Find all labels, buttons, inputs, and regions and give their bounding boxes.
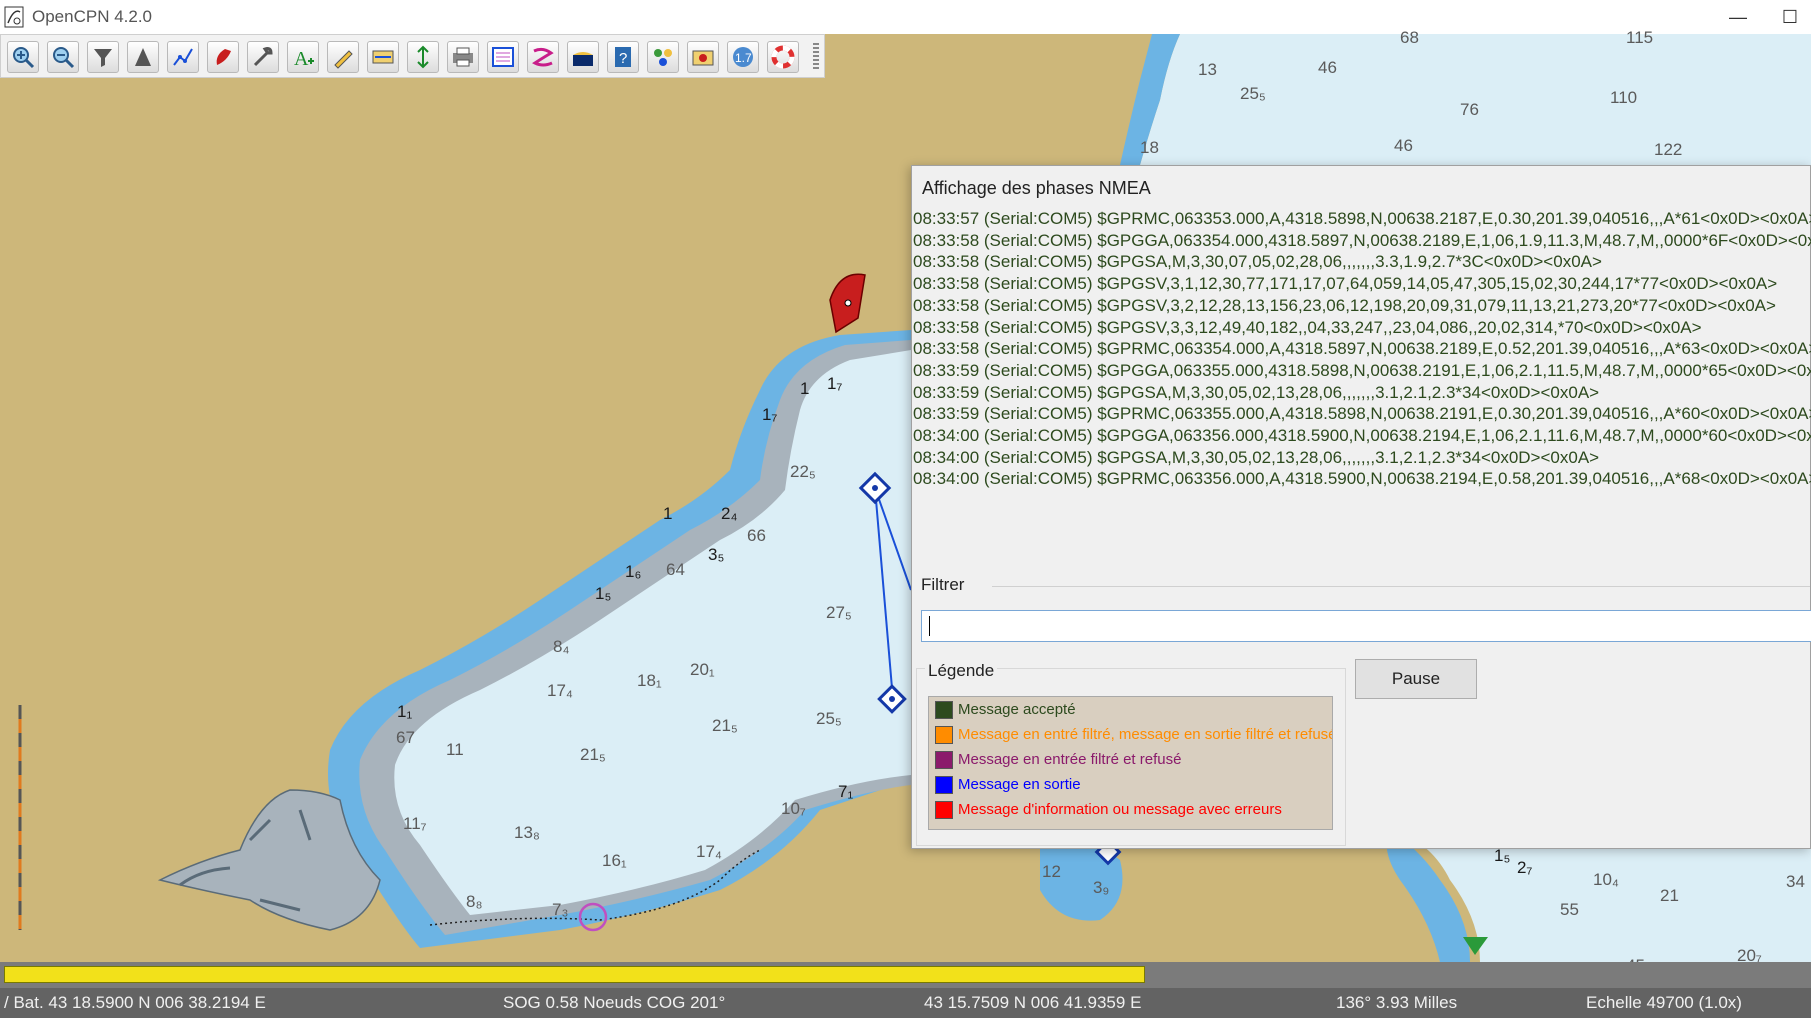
legend-item: Message en entrée filtré et refusé <box>935 751 1181 773</box>
legend-label: Légende <box>925 661 998 681</box>
depth-icon[interactable] <box>407 41 439 73</box>
progress-fill <box>4 966 1145 983</box>
toolbar-grip-icon[interactable] <box>813 43 819 71</box>
bearing-distance: 136° 3.93 Milles <box>1336 993 1458 1012</box>
mob-icon[interactable] <box>767 41 799 73</box>
legend-swatch <box>935 801 953 820</box>
chart-scale: Echelle 49700 (1.0x) <box>1586 993 1742 1012</box>
zoom-in-icon[interactable] <box>7 41 39 73</box>
filter-input[interactable] <box>921 610 1811 642</box>
sog-cog: SOG 0.58 Noeuds COG 201° <box>503 993 726 1012</box>
nmea-log-line: 08:34:00 (Serial:COM5) $GPGSA,M,3,30,05,… <box>913 447 1600 467</box>
filter-label: Filtrer <box>921 575 965 594</box>
pause-button[interactable]: Pause <box>1355 659 1477 699</box>
tide-icon[interactable] <box>527 41 559 73</box>
nmea-log-line: 08:33:58 (Serial:COM5) $GPGSV,3,2,12,28,… <box>913 295 1776 315</box>
maximize-button[interactable]: ☐ <box>1776 4 1804 30</box>
legend-item: Message d'information ou message avec er… <box>935 801 1282 823</box>
opencpn-logo-icon <box>4 6 24 28</box>
nmea-log-line: 08:33:59 (Serial:COM5) $GPRMC,063355.000… <box>913 404 1811 424</box>
nmea-log-line: 08:33:59 (Serial:COM5) $GPGSA,M,3,30,05,… <box>913 382 1600 402</box>
svg-text:?: ? <box>619 50 627 67</box>
legend-swatch <box>935 776 953 795</box>
dialog-title: Affichage des phases NMEA <box>922 178 1151 198</box>
legend-label-text: Message en sortie <box>958 776 1081 793</box>
svg-text:A: A <box>294 48 309 69</box>
zoom-out-icon[interactable] <box>47 41 79 73</box>
nmea-log-line: 08:33:58 (Serial:COM5) $GPGGA,063354.000… <box>913 230 1811 250</box>
current-icon[interactable] <box>567 41 599 73</box>
filter-divider <box>992 586 1810 587</box>
cursor-position: 43 15.7509 N 006 41.9359 E <box>924 993 1142 1012</box>
minimize-button[interactable]: — <box>1724 4 1752 30</box>
legend-label-text: Message d'information ou message avec er… <box>958 801 1282 818</box>
route-icon[interactable] <box>167 41 199 73</box>
quilt-icon[interactable] <box>87 41 119 73</box>
title-bar: OpenCPN 4.2.0 — ☐ <box>0 0 1811 35</box>
svg-text:1.7: 1.7 <box>735 51 752 65</box>
nmea-log-line: 08:33:57 (Serial:COM5) $GPRMC,063353.000… <box>913 209 1811 228</box>
legend-item: Message accepté <box>935 701 1076 723</box>
legend-item: Message en entré filtré, message en sort… <box>935 726 1333 748</box>
legend-panel: Message accepté Message en entré filtré, … <box>928 696 1333 830</box>
nmea-log-line: 08:34:00 (Serial:COM5) $GPGGA,063356.000… <box>913 426 1811 445</box>
legend-label-text: Message accepté <box>958 701 1076 718</box>
nmea-log-line: 08:33:58 (Serial:COM5) $GPGSV,3,1,12,30,… <box>913 274 1778 294</box>
legend-swatch <box>935 751 953 770</box>
toggle-icon[interactable] <box>367 41 399 73</box>
text-icon[interactable]: A <box>287 41 319 73</box>
mark-icon[interactable] <box>327 41 359 73</box>
legend-label-text: Message en entrée filtré et refusé <box>958 751 1182 768</box>
nmea-log-line: 08:34:00 (Serial:COM5) $GPRMC,063356.000… <box>913 469 1811 489</box>
text-caret <box>929 616 930 636</box>
nmea-debug-window: Affichage des phases NMEA 08:33:57 (Seri… <box>911 165 1811 849</box>
nmea-log-line: 08:33:58 (Serial:COM5) $GPGSA,M,3,30,07,… <box>913 252 1602 272</box>
legend-item: Message en sortie <box>935 776 1081 798</box>
main-toolbar: A ? 1.7 <box>0 34 825 78</box>
legend-label-text: Message en entré filtré, message en sort… <box>958 726 1333 743</box>
legend-swatch <box>935 726 953 745</box>
help-icon[interactable]: ? <box>607 41 639 73</box>
settings-icon[interactable] <box>247 41 279 73</box>
chart-load-progress <box>0 962 1811 988</box>
print-icon[interactable] <box>447 41 479 73</box>
log-icon[interactable] <box>487 41 519 73</box>
nmea-log-line: 08:33:58 (Serial:COM5) $GPGSV,3,3,12,49,… <box>913 317 1702 337</box>
nmea-log-line: 08:33:58 (Serial:COM5) $GPRMC,063354.000… <box>913 339 1811 359</box>
nmea-log-line: 08:33:59 (Serial:COM5) $GPGGA,063355.000… <box>913 360 1811 380</box>
ais-icon[interactable] <box>127 41 159 73</box>
layers-icon[interactable] <box>647 41 679 73</box>
rotate-icon[interactable]: 1.7 <box>727 41 759 73</box>
ship-position: / Bat. 43 18.5900 N 006 38.2194 E <box>4 993 266 1012</box>
status-bar: / Bat. 43 18.5900 N 006 38.2194 E SOG 0.… <box>0 988 1811 1018</box>
legend-swatch <box>935 701 953 720</box>
info-icon[interactable] <box>687 41 719 73</box>
track-icon[interactable] <box>207 41 239 73</box>
window-title: OpenCPN 4.2.0 <box>32 7 153 26</box>
